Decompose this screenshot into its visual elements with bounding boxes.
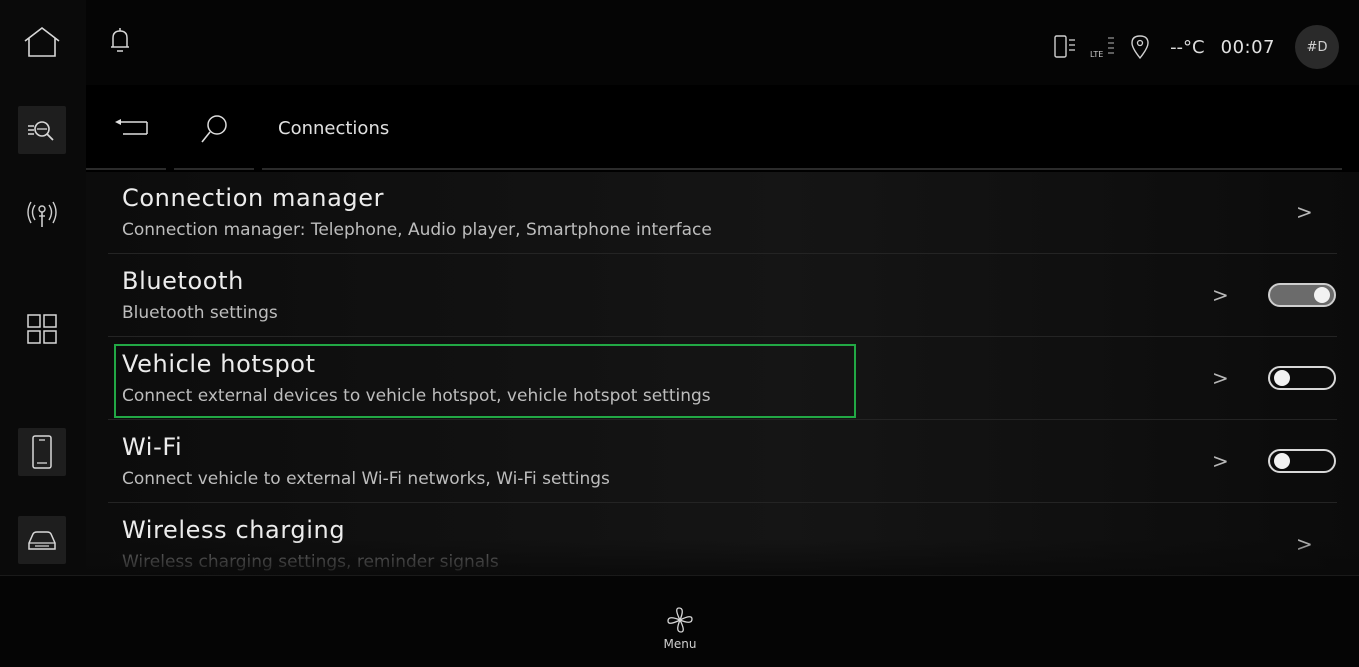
home-button[interactable] xyxy=(18,18,66,66)
location-pin-icon xyxy=(1130,34,1150,60)
phone-icon xyxy=(32,435,52,469)
fan-icon xyxy=(667,607,693,633)
page-header: Connections xyxy=(86,90,1359,170)
search-list-button[interactable] xyxy=(18,106,66,154)
toggle-knob xyxy=(1274,370,1290,386)
back-arrow-icon xyxy=(115,119,148,135)
header-divider xyxy=(86,168,1359,170)
user-profile-avatar[interactable]: #D xyxy=(1295,25,1339,69)
search-icon xyxy=(201,115,227,143)
item-subtitle: Bluetooth settings xyxy=(122,303,278,323)
toggle-knob xyxy=(1314,287,1330,303)
chevron-right-icon: > xyxy=(1212,449,1229,473)
list-item-connection-manager[interactable]: Connection manager Connection manager: T… xyxy=(86,172,1359,254)
bell-icon xyxy=(111,28,129,52)
divider xyxy=(108,336,1337,337)
back-button[interactable] xyxy=(113,116,149,142)
phone-button[interactable] xyxy=(18,428,66,476)
climate-menu-button[interactable]: Menu xyxy=(640,606,720,666)
page-title: Connections xyxy=(278,118,390,139)
lte-label: LTE xyxy=(1090,50,1103,59)
left-rail xyxy=(0,0,86,575)
item-subtitle: Wireless charging settings, reminder sig… xyxy=(122,552,499,572)
chevron-right-icon: > xyxy=(1296,532,1313,556)
apps-grid-icon xyxy=(27,314,57,344)
item-title: Wireless charging xyxy=(122,516,346,544)
connections-list: Connection manager Connection manager: T… xyxy=(86,172,1359,575)
connections-button[interactable] xyxy=(18,190,66,238)
list-item-wifi[interactable]: Wi-Fi Connect vehicle to external Wi-Fi … xyxy=(86,421,1359,503)
item-subtitle: Connection manager: Telephone, Audio pla… xyxy=(122,220,712,240)
outside-temperature: --°C xyxy=(1170,36,1205,58)
divider xyxy=(108,253,1337,254)
item-title: Bluetooth xyxy=(122,267,244,295)
vehicle-hotspot-toggle[interactable] xyxy=(1268,366,1336,390)
chevron-right-icon: > xyxy=(1212,283,1229,307)
apps-button[interactable] xyxy=(18,305,66,353)
status-area: LTE --°C 00:07 #D xyxy=(1054,25,1339,69)
lte-signal-icon: LTE xyxy=(1090,34,1116,60)
clock: 00:07 xyxy=(1220,36,1275,58)
divider xyxy=(108,419,1337,420)
menu-label: Menu xyxy=(663,637,697,651)
search-button[interactable] xyxy=(199,113,229,149)
wifi-toggle[interactable] xyxy=(1268,449,1336,473)
item-subtitle: Connect vehicle to external Wi-Fi networ… xyxy=(122,469,610,489)
item-title: Wi-Fi xyxy=(122,433,183,461)
divider xyxy=(108,502,1337,503)
notifications-button[interactable] xyxy=(109,27,131,59)
list-item-vehicle-hotspot[interactable]: Vehicle hotspot Connect external devices… xyxy=(86,338,1359,420)
antenna-icon xyxy=(27,201,57,227)
search-list-icon xyxy=(28,121,54,141)
toggle-knob xyxy=(1274,453,1290,469)
bottom-bar: Menu xyxy=(0,575,1359,667)
vehicle-button[interactable] xyxy=(18,516,66,564)
chevron-right-icon: > xyxy=(1212,366,1229,390)
bluetooth-toggle[interactable] xyxy=(1268,283,1336,307)
phone-signal-icon xyxy=(1054,34,1076,60)
chevron-right-icon: > xyxy=(1296,200,1313,224)
list-item-wireless-charging[interactable]: Wireless charging Wireless charging sett… xyxy=(86,504,1359,575)
item-title: Connection manager xyxy=(122,184,385,212)
item-subtitle: Connect external devices to vehicle hots… xyxy=(122,386,711,406)
list-item-bluetooth[interactable]: Bluetooth Bluetooth settings > xyxy=(86,255,1359,337)
home-icon xyxy=(24,26,60,57)
status-bar: LTE --°C 00:07 #D xyxy=(86,0,1359,85)
car-icon xyxy=(28,531,56,550)
item-title: Vehicle hotspot xyxy=(122,350,316,378)
infotainment-screen: LTE --°C 00:07 #D Connections Connection… xyxy=(0,0,1359,667)
